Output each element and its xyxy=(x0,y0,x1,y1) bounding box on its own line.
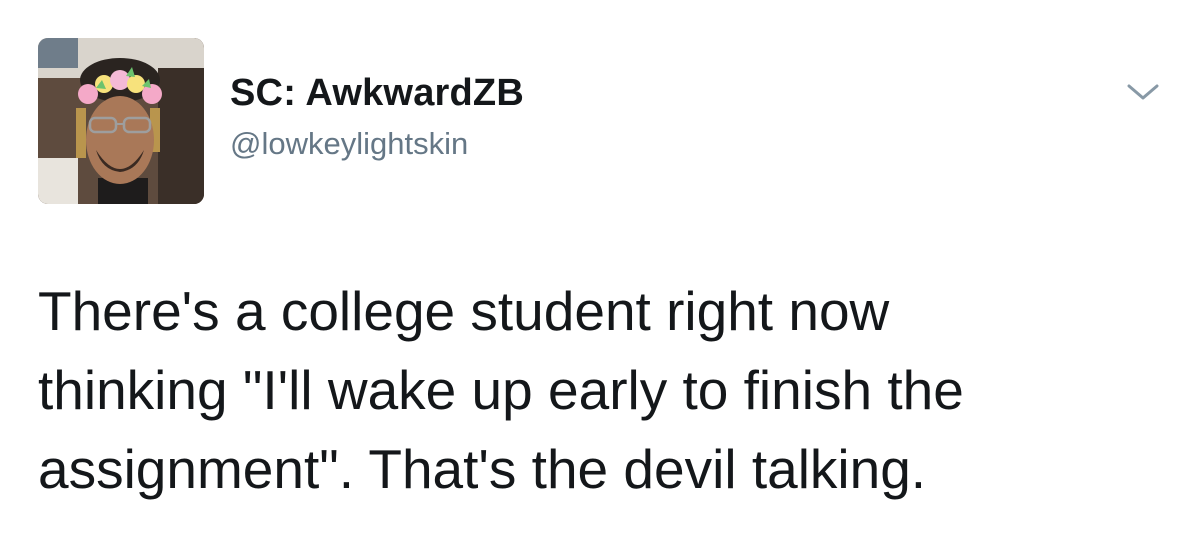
user-handle[interactable]: @lowkeylightskin xyxy=(230,126,468,162)
tweet-text: There's a college student right now thin… xyxy=(38,272,1168,509)
tweet-text-line: thinking "I'll wake up early to finish t… xyxy=(38,359,964,421)
avatar-image xyxy=(38,38,204,204)
chevron-down-icon[interactable] xyxy=(1122,76,1164,108)
tweet-text-line: There's a college student right now xyxy=(38,280,890,342)
tweet-card: SC: AwkwardZB @lowkeylightskin There's a… xyxy=(0,0,1200,535)
avatar[interactable] xyxy=(38,38,204,204)
display-name[interactable]: SC: AwkwardZB xyxy=(230,72,524,115)
tweet-text-line: assignment". That's the devil talking. xyxy=(38,438,927,500)
